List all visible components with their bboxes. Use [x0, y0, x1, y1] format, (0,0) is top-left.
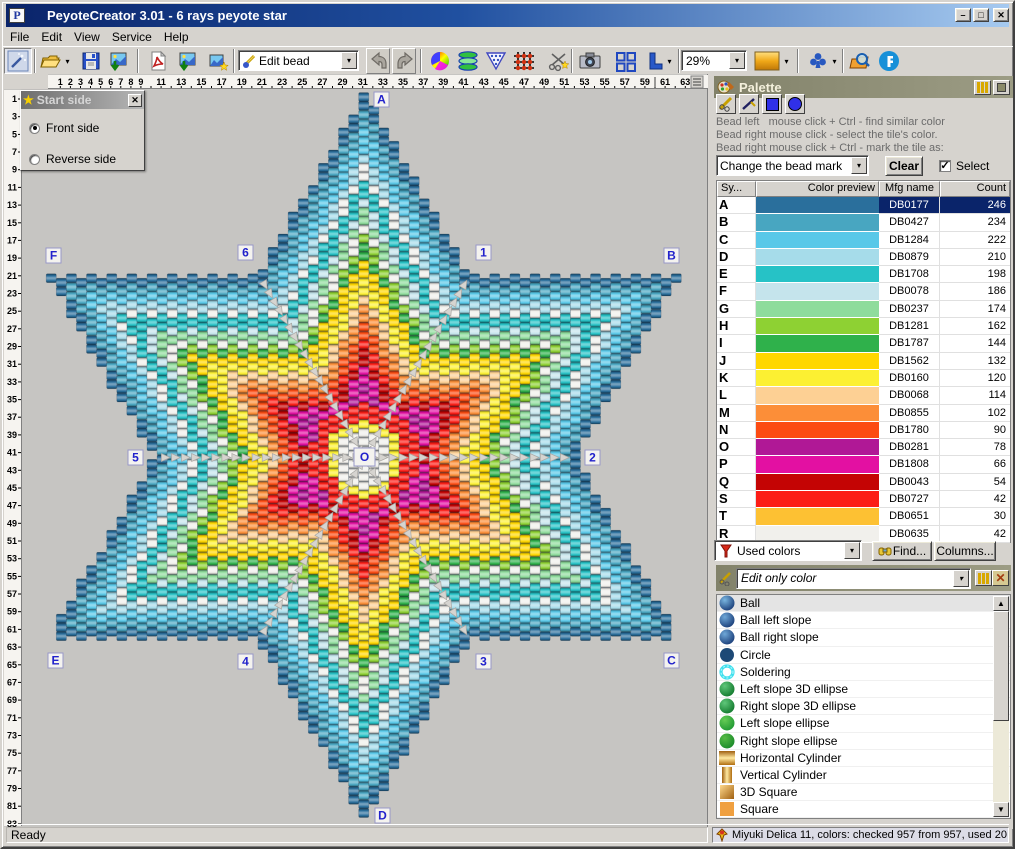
- svg-text:37: 37: [7, 412, 17, 422]
- svg-text:21: 21: [257, 77, 267, 87]
- svg-text:65: 65: [7, 660, 17, 670]
- svg-text:9: 9: [138, 77, 143, 87]
- svg-text:57: 57: [7, 589, 17, 599]
- svg-text:17: 17: [7, 235, 17, 245]
- svg-text:25: 25: [297, 77, 307, 87]
- svg-text:1: 1: [58, 77, 63, 87]
- svg-text:13: 13: [176, 77, 186, 87]
- svg-text:35: 35: [398, 77, 408, 87]
- svg-text:47: 47: [7, 501, 17, 511]
- svg-text:39: 39: [7, 430, 17, 440]
- svg-text:49: 49: [7, 518, 17, 528]
- svg-text:43: 43: [7, 465, 17, 475]
- svg-text:13: 13: [7, 200, 17, 210]
- svg-text:27: 27: [317, 77, 327, 87]
- svg-text:7: 7: [12, 147, 17, 157]
- svg-text:57: 57: [620, 77, 630, 87]
- svg-text:61: 61: [7, 624, 17, 634]
- svg-text:7: 7: [118, 77, 123, 87]
- svg-text:43: 43: [479, 77, 489, 87]
- svg-text:81: 81: [7, 801, 17, 811]
- svg-text:41: 41: [458, 77, 468, 87]
- svg-text:11: 11: [156, 77, 166, 87]
- svg-text:33: 33: [7, 377, 17, 387]
- svg-text:29: 29: [337, 77, 347, 87]
- svg-text:31: 31: [358, 77, 368, 87]
- svg-text:49: 49: [539, 77, 549, 87]
- svg-text:77: 77: [7, 766, 17, 776]
- svg-text:1: 1: [12, 94, 17, 104]
- svg-text:35: 35: [7, 395, 17, 405]
- svg-text:33: 33: [378, 77, 388, 87]
- svg-text:15: 15: [196, 77, 206, 87]
- svg-text:63: 63: [7, 642, 17, 652]
- svg-text:59: 59: [640, 77, 650, 87]
- svg-text:31: 31: [7, 359, 17, 369]
- svg-text:29: 29: [7, 342, 17, 352]
- svg-text:45: 45: [499, 77, 509, 87]
- svg-text:5: 5: [98, 77, 103, 87]
- svg-text:75: 75: [7, 748, 17, 758]
- svg-text:51: 51: [559, 77, 569, 87]
- svg-text:9: 9: [12, 165, 17, 175]
- svg-text:63: 63: [680, 77, 690, 87]
- svg-text:53: 53: [579, 77, 589, 87]
- svg-text:23: 23: [7, 289, 17, 299]
- svg-text:73: 73: [7, 731, 17, 741]
- svg-text:55: 55: [7, 571, 17, 581]
- svg-text:27: 27: [7, 324, 17, 334]
- svg-text:79: 79: [7, 784, 17, 794]
- svg-text:19: 19: [7, 253, 17, 263]
- svg-text:37: 37: [418, 77, 428, 87]
- svg-text:53: 53: [7, 554, 17, 564]
- svg-text:55: 55: [600, 77, 610, 87]
- svg-text:71: 71: [7, 713, 17, 723]
- svg-text:6: 6: [108, 77, 113, 87]
- svg-text:23: 23: [277, 77, 287, 87]
- svg-text:4: 4: [88, 77, 93, 87]
- svg-text:5: 5: [12, 129, 17, 139]
- svg-text:61: 61: [660, 77, 670, 87]
- svg-text:15: 15: [7, 218, 17, 228]
- svg-text:41: 41: [7, 448, 17, 458]
- svg-text:3: 3: [12, 112, 17, 122]
- svg-text:8: 8: [128, 77, 133, 87]
- svg-text:59: 59: [7, 607, 17, 617]
- svg-text:25: 25: [7, 306, 17, 316]
- svg-text:2: 2: [68, 77, 73, 87]
- svg-text:11: 11: [7, 182, 17, 192]
- svg-text:51: 51: [7, 536, 17, 546]
- svg-text:69: 69: [7, 695, 17, 705]
- svg-text:3: 3: [78, 77, 83, 87]
- svg-text:47: 47: [519, 77, 529, 87]
- svg-text:67: 67: [7, 677, 17, 687]
- svg-text:21: 21: [7, 271, 17, 281]
- svg-text:45: 45: [7, 483, 17, 493]
- svg-text:39: 39: [438, 77, 448, 87]
- svg-text:19: 19: [237, 77, 247, 87]
- svg-text:17: 17: [217, 77, 227, 87]
